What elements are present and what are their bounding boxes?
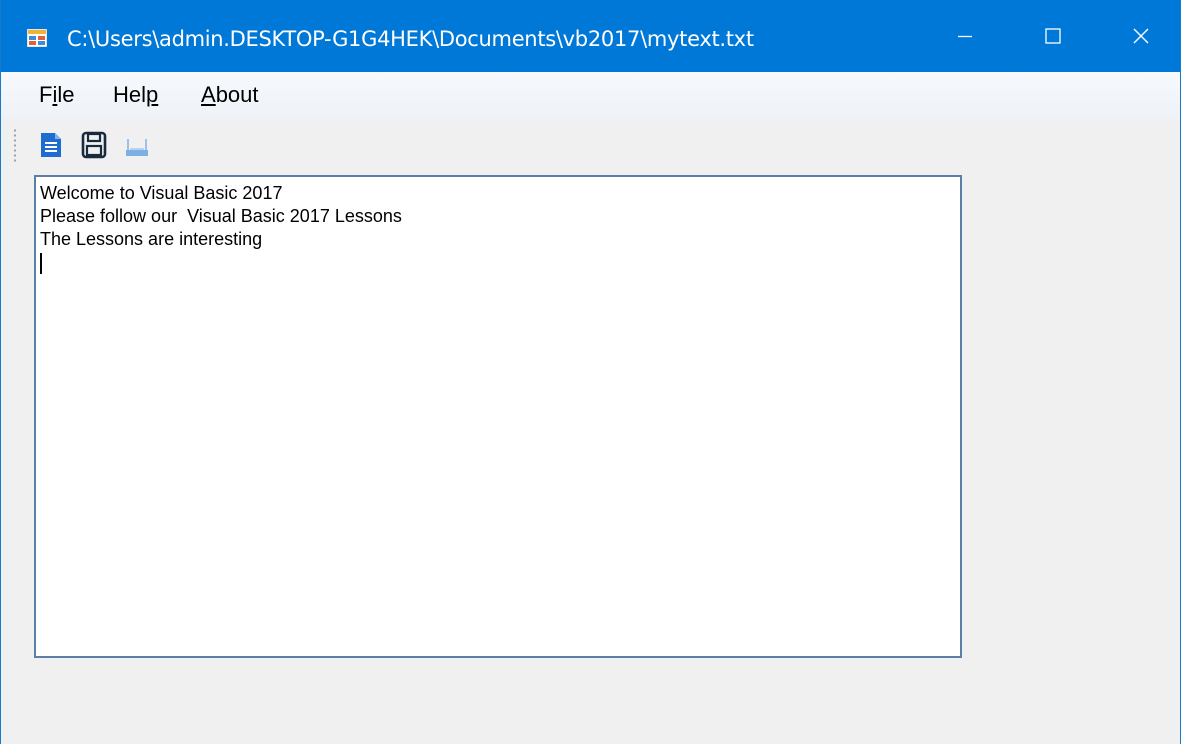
close-button[interactable] — [1093, 0, 1181, 72]
save-button[interactable] — [81, 130, 107, 160]
print-button[interactable] — [124, 130, 150, 160]
maximize-icon — [1045, 28, 1061, 44]
new-document-icon — [41, 133, 61, 157]
app-window: C:\Users\admin.DESKTOP-G1G4HEK\Documents… — [0, 0, 1181, 744]
maximize-button[interactable] — [1005, 0, 1101, 72]
save-disk-icon — [81, 131, 107, 159]
close-icon — [1133, 28, 1149, 44]
menu-bar — [1, 72, 1180, 120]
menu-file-label-part: le — [57, 82, 75, 107]
new-button[interactable] — [38, 130, 64, 160]
editor-line-caret — [40, 251, 956, 274]
editor-line: Welcome to Visual Basic 2017 — [40, 183, 283, 203]
menu-file[interactable]: File — [39, 82, 74, 108]
editor-line: Please follow our Visual Basic 2017 Less… — [40, 206, 402, 226]
toolbar — [1, 120, 1180, 170]
window-title: C:\Users\admin.DESKTOP-G1G4HEK\Documents… — [67, 27, 754, 51]
menu-help[interactable]: Help — [113, 82, 158, 108]
print-icon — [126, 139, 148, 156]
text-editor[interactable]: Welcome to Visual Basic 2017 Please foll… — [34, 175, 962, 658]
minimize-button[interactable] — [917, 0, 1013, 72]
title-bar[interactable]: C:\Users\admin.DESKTOP-G1G4HEK\Documents… — [1, 0, 1180, 72]
menu-file-label-part: F — [39, 82, 53, 107]
app-form-icon — [27, 29, 47, 47]
editor-line: The Lessons are interesting — [40, 229, 263, 249]
toolbar-grip[interactable] — [13, 128, 17, 164]
minimize-icon — [958, 35, 972, 38]
menu-help-accelerator: p — [146, 82, 159, 107]
text-caret — [40, 253, 42, 274]
menu-about-label-part: bout — [215, 82, 259, 107]
menu-about[interactable]: About — [201, 82, 259, 108]
menu-about-accelerator: A — [201, 82, 216, 107]
menu-help-label-part: Hel — [113, 82, 147, 107]
